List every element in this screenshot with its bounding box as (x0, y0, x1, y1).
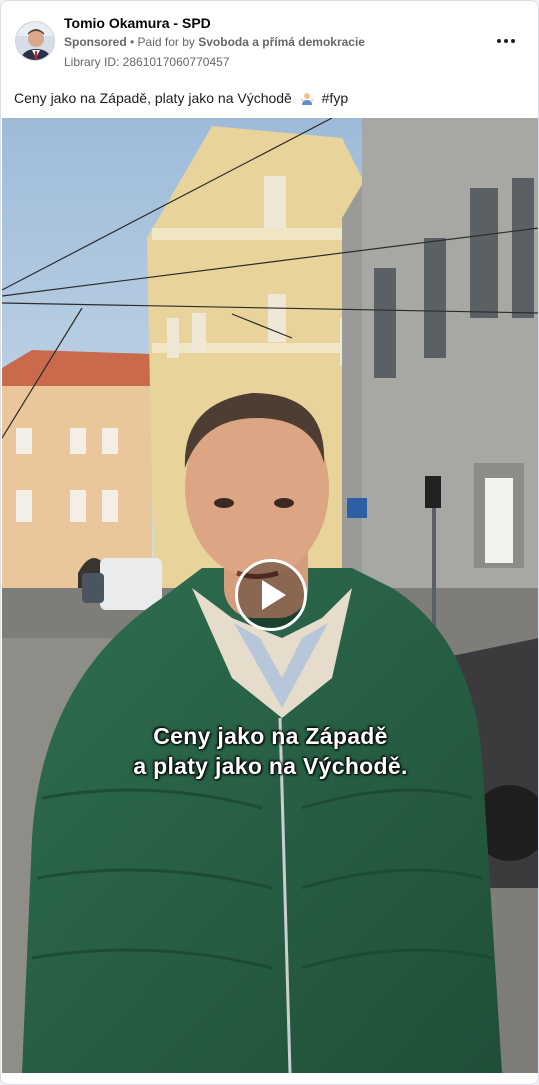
separator: • (126, 35, 138, 49)
sponsored-line: Sponsored • Paid for by Svoboda a přímá … (64, 35, 365, 49)
shrug-emoji-icon (300, 93, 314, 105)
library-id: Library ID: 2861017060770457 (64, 55, 230, 69)
caption-hashtag[interactable]: #fyp (322, 90, 348, 106)
video-subtitle-line-2: a platy jako na Východě. (133, 753, 408, 779)
video-player[interactable]: Ceny jako na Západě a platy jako na Vých… (2, 118, 538, 1073)
avatar-image (16, 22, 54, 60)
sponsored-label: Sponsored (64, 35, 127, 49)
caption-text: Ceny jako na Západě, platy jako na Výcho… (14, 90, 292, 106)
ad-caption: Ceny jako na Západě, platy jako na Výcho… (14, 90, 348, 106)
play-button[interactable] (235, 559, 307, 631)
video-subtitle-line-1: Ceny jako na Západě (153, 723, 388, 749)
page-name[interactable]: Tomio Okamura - SPD (64, 15, 211, 31)
more-horizontal-icon (496, 39, 517, 43)
play-icon (262, 580, 286, 610)
payer-name[interactable]: Svoboda a přímá demokracie (198, 35, 365, 49)
ad-header: Tomio Okamura - SPD Sponsored • Paid for… (1, 1, 538, 79)
ad-card: Tomio Okamura - SPD Sponsored • Paid for… (0, 0, 539, 1085)
more-options-button[interactable] (492, 27, 520, 55)
paid-for-prefix: Paid for by (137, 35, 199, 49)
avatar[interactable] (15, 21, 55, 61)
